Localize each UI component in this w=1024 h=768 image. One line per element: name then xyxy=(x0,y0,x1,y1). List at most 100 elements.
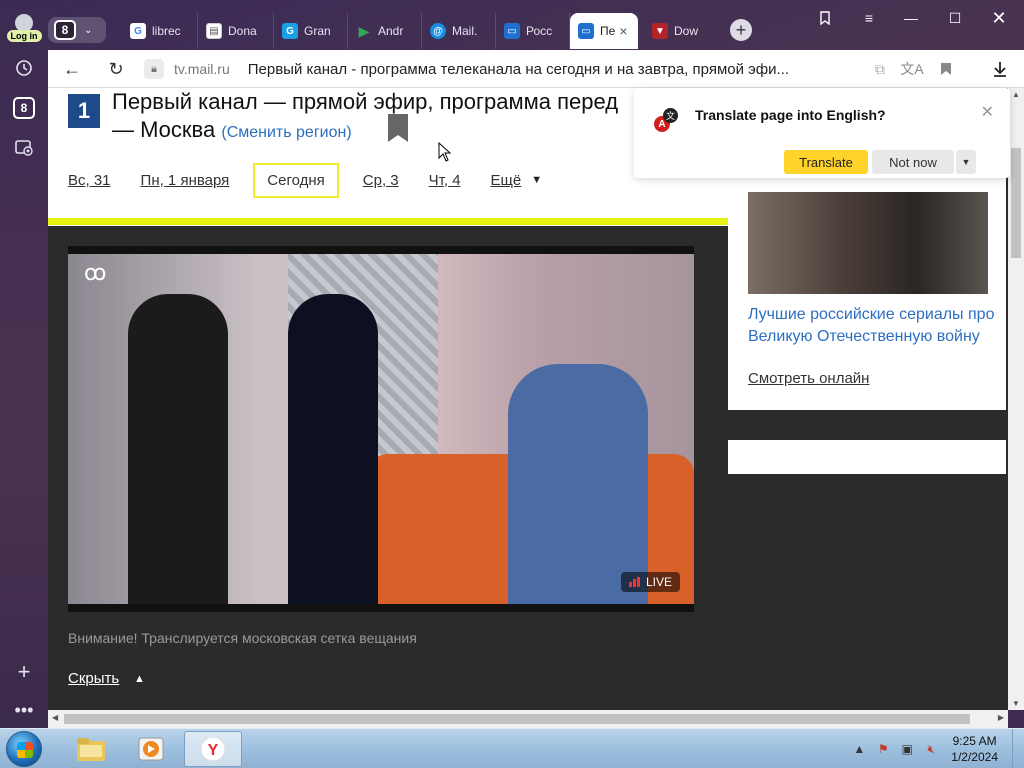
tab-bar: 8 ⌄ G librec ▤ Dona G Gran ▶ Andr @ Mail… xyxy=(48,0,1024,50)
tab-dow[interactable]: ▼ Dow xyxy=(644,13,718,49)
document-icon: ▤ xyxy=(206,23,222,39)
day-tab-more[interactable]: Ещё xyxy=(491,166,522,195)
chevron-down-icon: ⌄ xyxy=(84,24,93,36)
translate-icon: A 文 xyxy=(654,108,678,132)
address-toolbar: ← ↻ 🔒︎ tv.mail.ru Первый канал - програм… xyxy=(48,50,1024,88)
day-tab-thu[interactable]: Чт, 4 xyxy=(429,166,461,195)
maximize-icon[interactable]: ☐ xyxy=(940,8,970,28)
change-region-link[interactable]: (Сменить регион) xyxy=(221,124,351,141)
windows-logo-icon xyxy=(17,742,33,758)
grand-icon: G xyxy=(282,23,298,39)
browser-sidebar: Log in 8 + ••• xyxy=(0,0,48,728)
close-tab-icon[interactable]: × xyxy=(619,23,627,39)
scroll-up-icon[interactable]: ▲ xyxy=(1012,90,1020,99)
scroll-down-icon[interactable]: ▼ xyxy=(1012,699,1020,708)
watch-online-link[interactable]: Смотреть онлайн xyxy=(748,370,869,387)
promo-image[interactable] xyxy=(748,192,988,294)
tab-librec[interactable]: G librec xyxy=(122,13,198,49)
not-now-button[interactable]: Not now xyxy=(872,150,954,174)
tab-mail[interactable]: @ Mail. xyxy=(422,13,496,49)
vertical-scroll-thumb[interactable] xyxy=(1011,148,1021,258)
hide-link[interactable]: Скрыть xyxy=(68,670,119,687)
back-icon[interactable]: ← xyxy=(60,58,84,80)
svg-text:Y: Y xyxy=(208,742,219,759)
windows-taskbar: Y ▲ ⚑ ▣ 🔇︎ 9:25 AM 1/2/2024 xyxy=(0,728,1024,768)
signal-bars-icon xyxy=(628,577,640,587)
history-icon[interactable] xyxy=(10,54,38,82)
tab-count-button[interactable]: 8 ⌄ xyxy=(48,17,106,43)
vertical-scrollbar[interactable]: ▲ ▼ xyxy=(1008,88,1024,710)
screenshot-icon[interactable] xyxy=(10,134,38,162)
translate-prompt-title: Translate page into English? xyxy=(695,107,886,123)
promo-title[interactable]: Лучшие российские сериалы про Великую От… xyxy=(748,304,998,348)
yandex-browser-icon: Y xyxy=(200,736,226,762)
mail-at-icon: @ xyxy=(430,23,446,39)
start-button[interactable] xyxy=(6,731,42,767)
tab-gran[interactable]: G Gran xyxy=(274,13,348,49)
system-clock[interactable]: 9:25 AM 1/2/2024 xyxy=(951,733,998,765)
play-store-icon: ▶ xyxy=(358,22,370,39)
folder-icon xyxy=(77,738,105,761)
close-window-icon[interactable]: ✕ xyxy=(984,8,1014,28)
broadcast-notice: Внимание! Транслируется московская сетка… xyxy=(68,630,417,646)
tray-expand-icon[interactable]: ▲ xyxy=(851,741,867,757)
system-tray: ▲ ⚑ ▣ 🔇︎ 9:25 AM 1/2/2024 xyxy=(851,729,1024,768)
page-header: 1 Первый канал — прямой эфир, программа … xyxy=(48,88,728,226)
day-tab-today[interactable]: Сегодня xyxy=(253,162,339,198)
tab-andr[interactable]: ▶ Andr xyxy=(348,13,422,49)
network-icon[interactable]: ▣ xyxy=(899,741,915,757)
bookmark-icon[interactable] xyxy=(934,58,958,80)
volume-muted-icon[interactable]: 🔇︎ xyxy=(923,741,939,757)
day-tab-wed[interactable]: Ср, 3 xyxy=(363,166,399,195)
chevron-down-icon[interactable]: ▼ xyxy=(956,150,976,174)
caret-down-icon[interactable]: ▼ xyxy=(531,174,542,186)
day-tabs: Вс, 31 Пн, 1 января Сегодня Ср, 3 Чт, 4 … xyxy=(68,162,542,198)
action-center-icon[interactable]: ⚑ xyxy=(875,741,891,757)
collections-icon[interactable] xyxy=(810,8,840,28)
close-icon[interactable]: ✕ xyxy=(981,102,994,122)
promo-card[interactable]: Лучшие российские сериалы про Великую От… xyxy=(728,172,1006,410)
translate-button[interactable]: Translate xyxy=(784,150,868,174)
caret-up-icon[interactable]: ▲ xyxy=(134,673,145,685)
tab-dona[interactable]: ▤ Dona xyxy=(198,13,274,49)
channel-one-logo[interactable]: 1 xyxy=(68,94,100,128)
yandex-browser-button[interactable]: Y xyxy=(184,731,242,767)
login-button[interactable]: Log in xyxy=(4,14,44,46)
scroll-right-icon[interactable]: ▶ xyxy=(998,713,1004,722)
url-domain: tv.mail.ru xyxy=(174,61,230,77)
url-page-title: Первый канал - программа телеканала на с… xyxy=(247,60,790,78)
new-tab-button[interactable]: + xyxy=(730,19,752,41)
horizontal-scrollbar[interactable]: ◀ ▶ xyxy=(48,710,1008,728)
accent-divider xyxy=(48,218,728,225)
ok-logo-icon: ꝏ xyxy=(84,260,107,285)
more-icon[interactable]: ••• xyxy=(10,696,38,724)
media-player-button[interactable] xyxy=(122,731,180,767)
lock-icon[interactable]: 🔒︎ xyxy=(144,59,164,79)
day-tab-mon[interactable]: Пн, 1 января xyxy=(141,166,230,195)
video-frame[interactable]: ꝏ LIVE xyxy=(68,254,694,604)
horizontal-scroll-thumb[interactable] xyxy=(64,714,970,724)
translate-icon[interactable]: 文A xyxy=(900,58,924,80)
media-player-icon xyxy=(138,737,164,761)
address-bar[interactable]: 🔒︎ tv.mail.ru Первый канал - программа т… xyxy=(144,55,884,83)
side-card-empty xyxy=(728,440,1006,474)
minimize-icon[interactable]: — xyxy=(896,8,926,28)
tab-active-pervy[interactable]: ▭ Пе × xyxy=(570,13,638,49)
reload-icon[interactable]: ↻ xyxy=(104,58,128,80)
video-player[interactable]: ꝏ LIVE xyxy=(68,246,694,612)
day-tab-sun[interactable]: Вс, 31 xyxy=(68,166,111,195)
scroll-left-icon[interactable]: ◀ xyxy=(52,713,58,722)
menu-icon[interactable]: ≡ xyxy=(854,8,884,28)
google-icon: G xyxy=(130,23,146,39)
download-site-icon: ▼ xyxy=(652,23,668,39)
login-label: Log in xyxy=(6,30,42,42)
tab-ross[interactable]: ▭ Росс xyxy=(496,13,570,49)
tv-icon: ▭ xyxy=(578,23,594,39)
download-icon[interactable] xyxy=(988,58,1012,80)
yandex-8-icon[interactable]: 8 xyxy=(10,94,38,122)
plus-icon[interactable]: + xyxy=(10,658,38,686)
tv-icon: ▭ xyxy=(504,23,520,39)
extensions-icon[interactable]: ⧉ xyxy=(868,58,892,80)
show-desktop-button[interactable] xyxy=(1012,729,1024,768)
file-explorer-button[interactable] xyxy=(62,731,120,767)
